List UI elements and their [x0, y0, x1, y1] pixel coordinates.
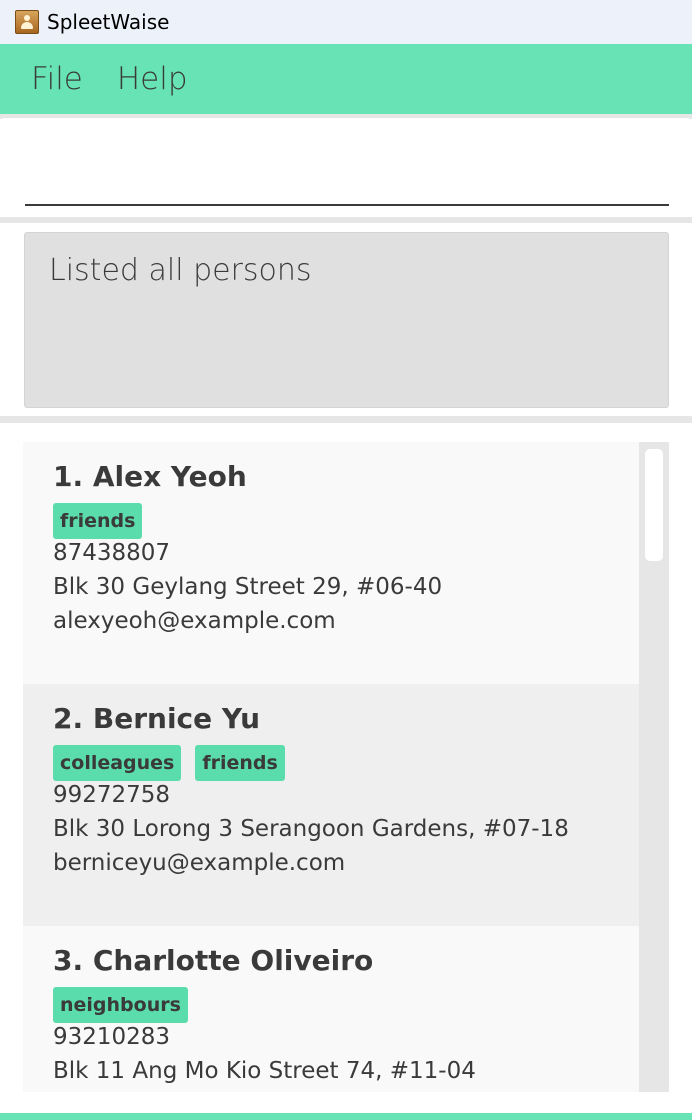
person-list-panel: 1. Alex Yeoh friends 87438807 Blk 30 Gey…: [3, 423, 689, 1111]
person-address: Blk 11 Ang Mo Kio Street 74, #11-04: [53, 1058, 476, 1084]
tag-list: friends: [53, 503, 143, 539]
person-card[interactable]: 1. Alex Yeoh friends 87438807 Blk 30 Gey…: [23, 442, 639, 684]
person-email: alexyeoh@example.com: [53, 608, 336, 634]
address-book-icon: [15, 10, 39, 34]
menu-bar: File Help: [0, 44, 692, 114]
person-phone: 99272758: [53, 782, 171, 808]
person-card[interactable]: 2. Bernice Yu colleagues friends 9927275…: [23, 684, 639, 926]
person-email: berniceyu@example.com: [53, 850, 346, 876]
person-card[interactable]: 3. Charlotte Oliveiro neighbours 9321028…: [23, 926, 639, 1092]
divider: [0, 416, 692, 423]
tag: colleagues: [53, 745, 182, 781]
result-display: Listed all persons: [24, 232, 669, 408]
command-box: [3, 118, 689, 217]
tag-list: neighbours: [53, 987, 188, 1023]
menu-help[interactable]: Help: [117, 61, 188, 97]
tag: neighbours: [53, 987, 188, 1023]
title-bar: SpleetWaise: [0, 0, 692, 44]
person-name: 1. Alex Yeoh: [53, 460, 247, 493]
tag-list: colleagues friends: [53, 745, 285, 781]
result-display-panel: Listed all persons: [3, 223, 689, 416]
tag: friends: [53, 503, 143, 539]
person-address: Blk 30 Lorong 3 Serangoon Gardens, #07-1…: [53, 816, 569, 842]
command-input[interactable]: [25, 148, 669, 206]
window-title: SpleetWaise: [47, 10, 170, 34]
person-list[interactable]: 1. Alex Yeoh friends 87438807 Blk 30 Gey…: [23, 442, 669, 1092]
result-message: Listed all persons: [49, 253, 312, 288]
scrollbar[interactable]: [639, 442, 669, 1092]
person-phone: 93210283: [53, 1024, 171, 1050]
scroll-thumb[interactable]: [645, 449, 663, 561]
tag: friends: [195, 745, 285, 781]
person-address: Blk 30 Geylang Street 29, #06-40: [53, 574, 443, 600]
menu-file[interactable]: File: [31, 61, 83, 97]
status-bar: [0, 1113, 692, 1120]
person-name: 2. Bernice Yu: [53, 702, 261, 735]
person-name: 3. Charlotte Oliveiro: [53, 944, 374, 977]
person-phone: 87438807: [53, 540, 171, 566]
